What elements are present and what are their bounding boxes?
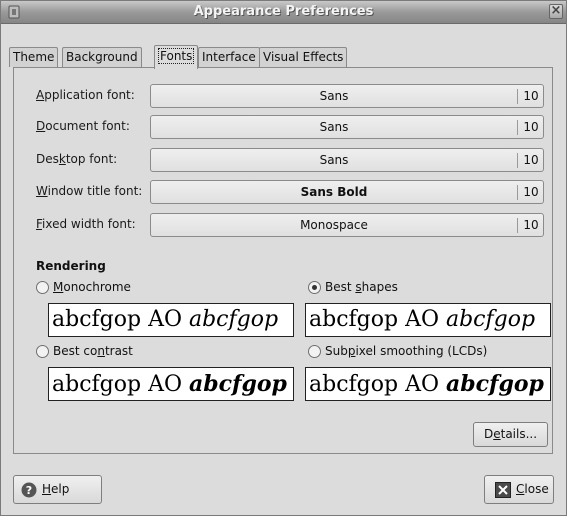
fonts-panel: Application font: Sans 10 Document font:… (13, 67, 553, 454)
sample-plain: abcfgop AO (309, 307, 446, 332)
help-icon: ? (21, 482, 37, 498)
close-icon: × (550, 3, 562, 18)
help-button[interactable]: ? Help (13, 475, 102, 504)
font-size: 10 (523, 153, 539, 167)
radio-button[interactable] (36, 345, 49, 358)
tab-label: Fonts (158, 48, 195, 64)
radio-label: Subpixel smoothing (LCDs) (325, 344, 488, 358)
sample-bold-italic: abcfgop (445, 371, 544, 397)
font-name: Sans (319, 120, 349, 134)
sample-plain: abcfgop AO (52, 372, 189, 397)
font-label: Document font: (36, 119, 130, 133)
radio-button-selected[interactable] (308, 281, 321, 294)
appearance-preferences-window: Appearance Preferences × Theme Backgroun… (0, 0, 567, 516)
window-title: Appearance Preferences (193, 4, 374, 19)
document-font-button[interactable]: Sans 10 (150, 115, 544, 139)
tab-label: Theme (13, 50, 55, 64)
label-rest: top font: (65, 152, 118, 166)
mnemonic: W (36, 184, 48, 198)
separator (517, 153, 518, 168)
tab-interface[interactable]: Interface (198, 47, 260, 67)
radio-button[interactable] (36, 281, 49, 294)
separator (517, 185, 518, 200)
tab-label: Background (66, 50, 138, 64)
window-close-button[interactable]: × (549, 3, 563, 19)
mnemonic: D (36, 119, 46, 133)
sample-subpixel: abcfgop AO abcfgop (305, 367, 551, 401)
radio-label: Best contrast (53, 344, 133, 358)
sample-best-contrast: abcfgop AO abcfgop (48, 367, 294, 401)
radio-button[interactable] (308, 345, 321, 358)
button-label: Details... (483, 427, 538, 441)
radio-label: Monochrome (53, 280, 131, 294)
sample-monochrome: abcfgop AO abcfgop (48, 303, 294, 337)
rendering-heading: Rendering (36, 259, 106, 273)
tab-background[interactable]: Background (62, 47, 142, 67)
tab-theme[interactable]: Theme (9, 47, 59, 67)
label-rest: pplication font: (44, 88, 135, 102)
tab-visual-effects[interactable]: Visual Effects (259, 47, 348, 67)
font-row-desktop: Desktop font: Sans 10 (14, 148, 554, 172)
title-bar[interactable]: Appearance Preferences × (1, 1, 566, 24)
tab-label: Interface (202, 50, 256, 64)
font-row-window-title: Window title font: Sans Bold 10 (14, 180, 554, 204)
sample-best-shapes: abcfgop AO abcfgop (305, 303, 551, 337)
separator (517, 120, 518, 135)
font-name: Sans (319, 153, 349, 167)
desktop-font-button[interactable]: Sans 10 (150, 148, 544, 172)
font-label: Desktop font: (36, 152, 117, 166)
font-label: Application font: (36, 88, 135, 102)
sample-italic: abcfgop (188, 307, 279, 332)
font-row-fixed-width: Fixed width font: Monospace 10 (14, 213, 554, 237)
button-label: Help (42, 482, 70, 496)
label-rest: indow title font: (47, 184, 143, 198)
fixed-width-font-button[interactable]: Monospace 10 (150, 213, 544, 237)
svg-text:?: ? (26, 484, 32, 497)
font-row-document: Document font: Sans 10 (14, 115, 554, 139)
close-icon (495, 482, 511, 498)
separator (517, 89, 518, 104)
sample-italic: abcfgop (445, 307, 536, 332)
label-rest: ocument font: (45, 119, 130, 133)
window-title-font-button[interactable]: Sans Bold 10 (150, 180, 544, 204)
mnemonic: A (36, 88, 45, 102)
tab-fonts[interactable]: Fonts (154, 45, 199, 69)
label-rest: ixed width font: (42, 217, 136, 231)
font-name: Sans (319, 89, 349, 103)
application-font-button[interactable]: Sans 10 (150, 84, 544, 108)
font-label: Fixed width font: (36, 217, 136, 231)
close-button[interactable]: Close (484, 475, 554, 504)
label-prefix: Des (36, 152, 59, 166)
button-label: Close (516, 482, 549, 496)
details-button[interactable]: Details... (473, 422, 548, 447)
font-label: Window title font: (36, 184, 142, 198)
font-size: 10 (523, 185, 539, 199)
sample-plain: abcfgop AO (52, 307, 189, 332)
sample-bold-italic: abcfgop (188, 371, 287, 397)
font-size: 10 (523, 120, 539, 134)
tab-label: Visual Effects (263, 50, 344, 64)
mnemonic: k (58, 152, 66, 166)
radio-label: Best shapes (325, 280, 398, 294)
font-name: Sans Bold (300, 185, 368, 199)
font-size: 10 (523, 89, 539, 103)
sample-plain: abcfgop AO (309, 372, 446, 397)
font-row-application: Application font: Sans 10 (14, 84, 554, 108)
separator (517, 218, 518, 233)
font-name: Monospace (300, 218, 368, 232)
font-size: 10 (523, 218, 539, 232)
